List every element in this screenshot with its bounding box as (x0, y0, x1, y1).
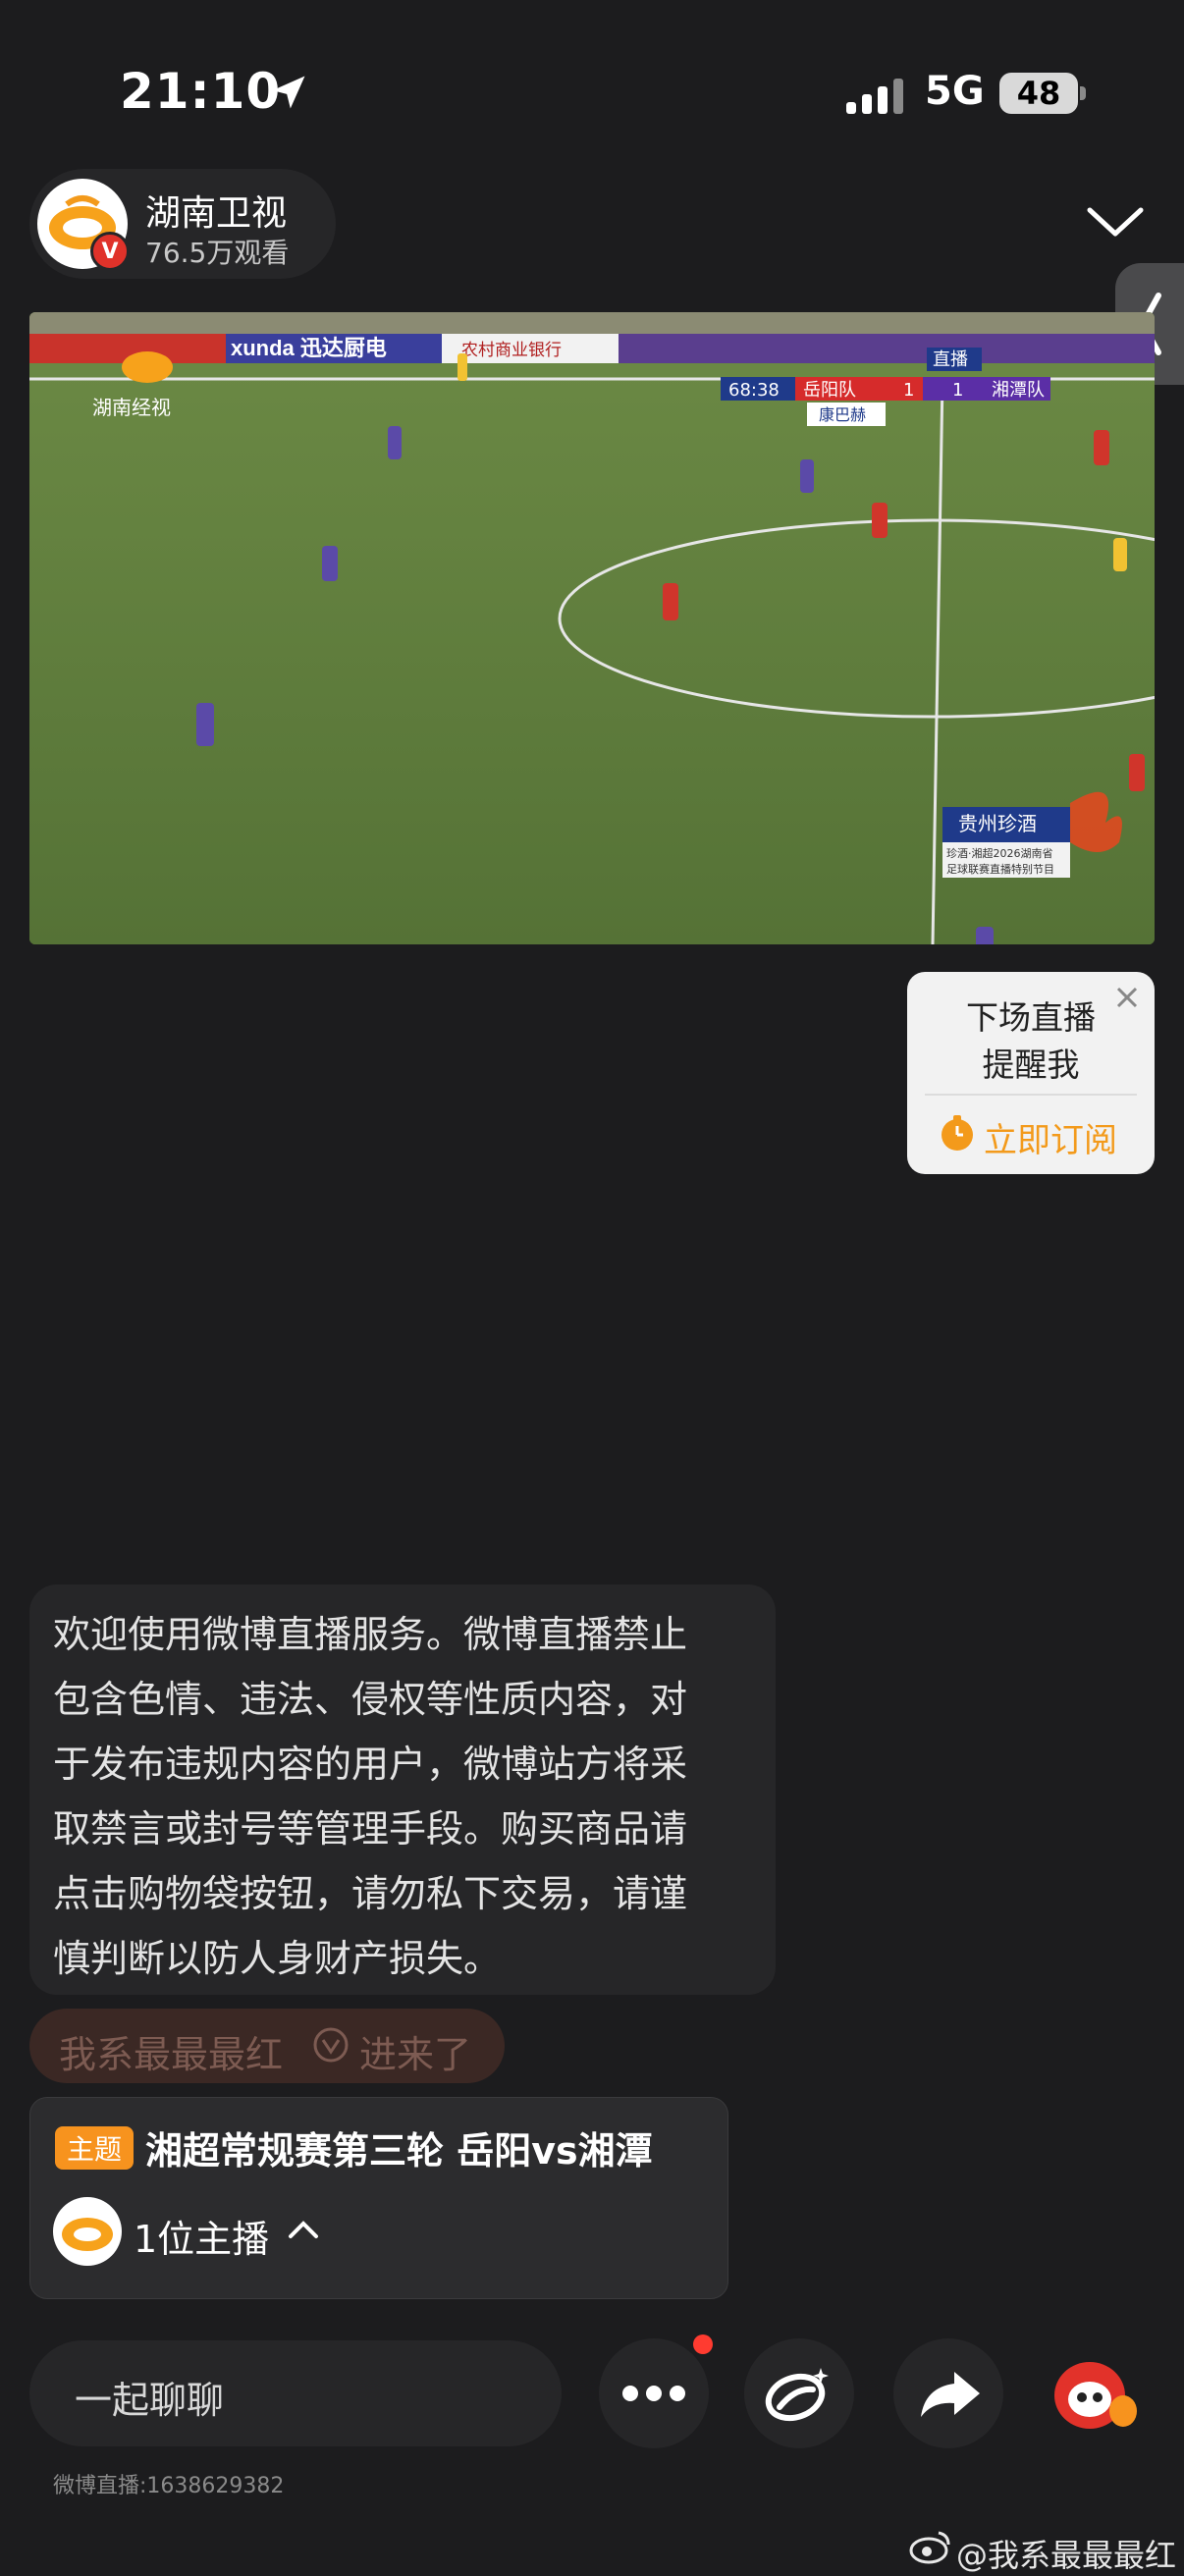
joined-suffix: 进来了 (359, 2033, 472, 2076)
location-arrow-icon (272, 76, 305, 109)
gift-icon (765, 2368, 829, 2422)
live-video-player[interactable]: xunda 迅达厨电 农村商业银行 湖南经视 68:38 岳阳队 1 1 湘潭队… (29, 312, 1155, 944)
away-team: 湘潭队 (992, 380, 1045, 401)
football-match-frame: xunda 迅达厨电 农村商业银行 湖南经视 68:38 岳阳队 1 1 湘潭队… (29, 312, 1155, 944)
share-button[interactable] (893, 2338, 1003, 2448)
chevron-down-icon[interactable] (1084, 202, 1147, 242)
topic-tag: 主题 (55, 2126, 134, 2170)
notice-text: 欢迎使用微博直播服务。微博直播禁止 包含色情、违法、侵权等性质内容，对 于发布违… (53, 1602, 760, 1991)
network-label: 5G (925, 69, 985, 114)
notice-line: 于发布违规内容的用户，微博站方将采 (53, 1743, 688, 1786)
weibo-reaction-button[interactable] (1041, 2338, 1151, 2448)
user-level-badge-icon (313, 2027, 349, 2063)
more-dots-icon (622, 2386, 685, 2401)
notice-line: 慎判断以防人身财产损失。 (53, 1937, 502, 1980)
mango-logo-icon (62, 2218, 113, 2251)
share-arrow-icon (921, 2372, 980, 2417)
weibo-mascot-icon (1054, 2362, 1137, 2429)
viewer-count: 76.5万观看 (145, 237, 290, 269)
notice-line: 包含色情、违法、侵权等性质内容，对 (53, 1678, 688, 1721)
reminder-divider (925, 1094, 1137, 1096)
watermark-text: @我系最最最红 (956, 2537, 1177, 2574)
banner-title: 贵州珍酒 (958, 812, 1037, 835)
tv-logo-text: 湖南经视 (92, 396, 171, 419)
reminder-title-line1: 下场直播 (966, 998, 1096, 1037)
verified-badge: V (90, 232, 130, 271)
alarm-clock-icon (942, 1115, 973, 1151)
topic-title[interactable]: 湘超常规赛第三轮 岳阳vs湘潭 (145, 2120, 653, 2174)
banner-sub1: 珍酒·湘超2026湖南省 (946, 846, 1053, 860)
host-count[interactable]: 1位主播 (134, 2209, 269, 2263)
home-team: 岳阳队 (803, 380, 856, 401)
more-button[interactable] (599, 2338, 709, 2448)
chevron-up-icon[interactable] (287, 2219, 320, 2240)
bank-board: 农村商业银行 (461, 341, 562, 360)
subscribe-button[interactable]: 立即订阅 (984, 1113, 1117, 1161)
notice-line: 取禁言或封号等管理手段。购买商品请 (53, 1807, 688, 1851)
notice-line: 欢迎使用微博直播服务。微博直播禁止 (53, 1613, 688, 1656)
chat-placeholder: 一起聊聊 (75, 2379, 225, 2422)
signal-icon (846, 79, 903, 114)
match-clock: 68:38 (728, 380, 780, 401)
banner-sub2: 足球联赛直播特别节目 (946, 862, 1054, 876)
live-tag: 直播 (933, 349, 968, 370)
notification-dot (693, 2334, 713, 2354)
away-score: 1 (952, 380, 963, 401)
notice-line: 点击购物袋按钮，请勿私下交易，请谨 (53, 1872, 688, 1915)
host-avatar[interactable] (53, 2197, 122, 2266)
channel-name[interactable]: 湖南卫视 (145, 185, 287, 236)
sponsor-small: 康巴赫 (819, 405, 866, 424)
battery-indicator: 48 (999, 73, 1078, 114)
room-id: 微博直播:1638629382 (53, 2474, 285, 2498)
home-score: 1 (903, 380, 914, 401)
joined-user-name: 我系最最最红 (59, 2033, 284, 2076)
status-time: 21:10 (120, 63, 282, 120)
weibo-logo-icon (909, 2531, 950, 2564)
battery-nub (1080, 86, 1086, 100)
gift-button[interactable] (744, 2338, 854, 2448)
sponsor-board: xunda 迅达厨电 (231, 336, 387, 360)
reminder-title-line2: 提醒我 (982, 1046, 1080, 1084)
